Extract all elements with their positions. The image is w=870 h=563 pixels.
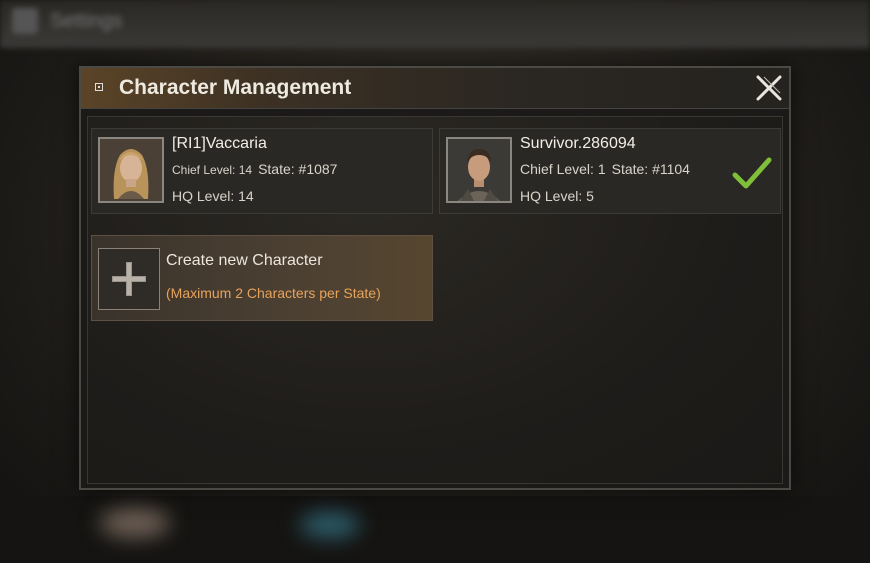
close-button[interactable] xyxy=(755,74,783,102)
female-portrait-icon xyxy=(100,139,162,201)
character-levels: Chief Level: 1 State: #1104 xyxy=(520,161,690,179)
create-character-limit: (Maximum 2 Characters per State) xyxy=(166,285,381,301)
create-character-title: Create new Character xyxy=(166,252,323,269)
state-label: State: #1087 xyxy=(258,161,338,177)
character-card-vaccaria[interactable]: [RI1]Vaccaria Chief Level: 14 State: #108… xyxy=(91,128,433,214)
character-name: Survivor.286094 xyxy=(520,135,636,152)
male-portrait-icon xyxy=(448,139,510,201)
chief-level: Chief Level: 1 xyxy=(520,161,606,177)
selected-checkmark xyxy=(732,155,772,191)
background-blur-shape xyxy=(300,512,360,538)
character-levels: Chief Level: 14 State: #1087 xyxy=(172,161,337,179)
create-character-button[interactable]: Create new Character (Maximum 2 Characte… xyxy=(91,235,433,321)
character-name: [RI1]Vaccaria xyxy=(172,135,267,152)
hq-level: HQ Level: 5 xyxy=(520,188,594,204)
character-management-dialog: Character Management [RI1]Vaccaria Chief… xyxy=(79,66,791,490)
hq-level: HQ Level: 14 xyxy=(172,188,254,204)
dialog-title: Character Management xyxy=(119,76,352,99)
background-topbar xyxy=(0,0,870,48)
chief-level: Chief Level: 14 xyxy=(172,163,253,177)
background-title: Settings xyxy=(50,10,123,32)
plus-icon xyxy=(112,262,146,296)
close-icon xyxy=(756,75,782,101)
character-avatar xyxy=(98,137,164,203)
character-card-survivor[interactable]: Survivor.286094 Chief Level: 1 State: #11… xyxy=(439,128,781,214)
dialog-content: [RI1]Vaccaria Chief Level: 14 State: #108… xyxy=(87,116,783,484)
plus-box xyxy=(98,248,160,310)
title-bullet-icon xyxy=(95,83,103,91)
checkmark-icon xyxy=(732,157,772,189)
background-settings-icon xyxy=(12,8,38,34)
character-avatar xyxy=(446,137,512,203)
state-label: State: #1104 xyxy=(611,161,690,177)
background-blur-shape xyxy=(100,508,170,538)
dialog-titlebar: Character Management xyxy=(81,68,789,109)
